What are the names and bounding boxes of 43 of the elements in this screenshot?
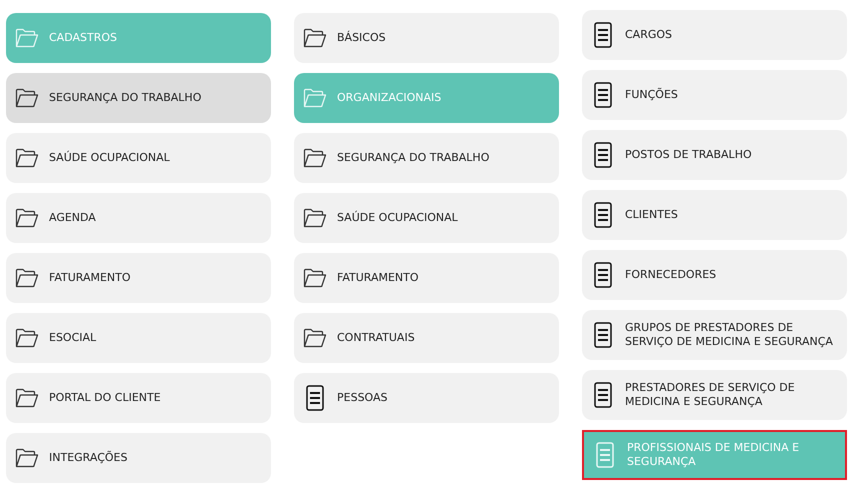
folder-icon — [15, 388, 39, 408]
folder-icon — [303, 328, 327, 348]
menu-item[interactable]: CARGOS — [582, 10, 847, 60]
folder-icon — [303, 208, 327, 228]
menu-item[interactable]: ESOCIAL — [6, 313, 271, 363]
folder-icon — [15, 208, 39, 228]
document-icon — [306, 385, 324, 411]
folder-icon — [15, 268, 39, 288]
menu-item[interactable]: PRESTADORES DE SERVIÇO DE MEDICINA E SEGURANÇA — [582, 370, 847, 420]
menu-item[interactable]: SAÚDE OCUPACIONAL — [6, 133, 271, 183]
folder-icon — [15, 328, 39, 348]
document-icon — [594, 82, 612, 108]
menu-item[interactable]: AGENDA — [6, 193, 271, 243]
folder-icon — [15, 88, 39, 108]
menu-item[interactable]: FUNÇÕES — [582, 70, 847, 120]
menu-item[interactable]: FORNECEDORES — [582, 250, 847, 300]
document-icon — [594, 382, 612, 408]
menu-item[interactable]: PESSOAS — [294, 373, 559, 423]
folder-icon — [303, 268, 327, 288]
menu-item[interactable]: CLIENTES — [582, 190, 847, 240]
menu-item[interactable]: SEGURANÇA DO TRABALHO — [294, 133, 559, 183]
folder-icon — [15, 28, 39, 48]
document-icon — [594, 262, 612, 288]
menu-item[interactable]: SAÚDE OCUPACIONAL — [294, 193, 559, 243]
menu-item[interactable]: BÁSICOS — [294, 13, 559, 63]
folder-icon — [303, 28, 327, 48]
folder-icon — [15, 148, 39, 168]
document-icon — [594, 202, 612, 228]
folder-icon — [303, 88, 327, 108]
menu-item[interactable]: SEGURANÇA DO TRABALHO — [6, 73, 271, 123]
document-icon — [594, 22, 612, 48]
document-icon — [594, 322, 612, 348]
folder-icon — [303, 148, 327, 168]
document-icon — [596, 442, 614, 468]
menu-item[interactable]: FATURAMENTO — [294, 253, 559, 303]
menu-item[interactable]: GRUPOS DE PRESTADORES DE SERVIÇO DE MEDICINA E SEGURANÇA — [582, 310, 847, 360]
menu-item[interactable]: FATURAMENTO — [6, 253, 271, 303]
menu-item[interactable]: POSTOS DE TRABALHO — [582, 130, 847, 180]
folder-icon — [15, 448, 39, 468]
menu-item[interactable]: CONTRATUAIS — [294, 313, 559, 363]
document-icon — [594, 142, 612, 168]
menu-item[interactable]: INTEGRAÇÕES — [6, 433, 271, 483]
menu-item[interactable]: PORTAL DO CLIENTE — [6, 373, 271, 423]
